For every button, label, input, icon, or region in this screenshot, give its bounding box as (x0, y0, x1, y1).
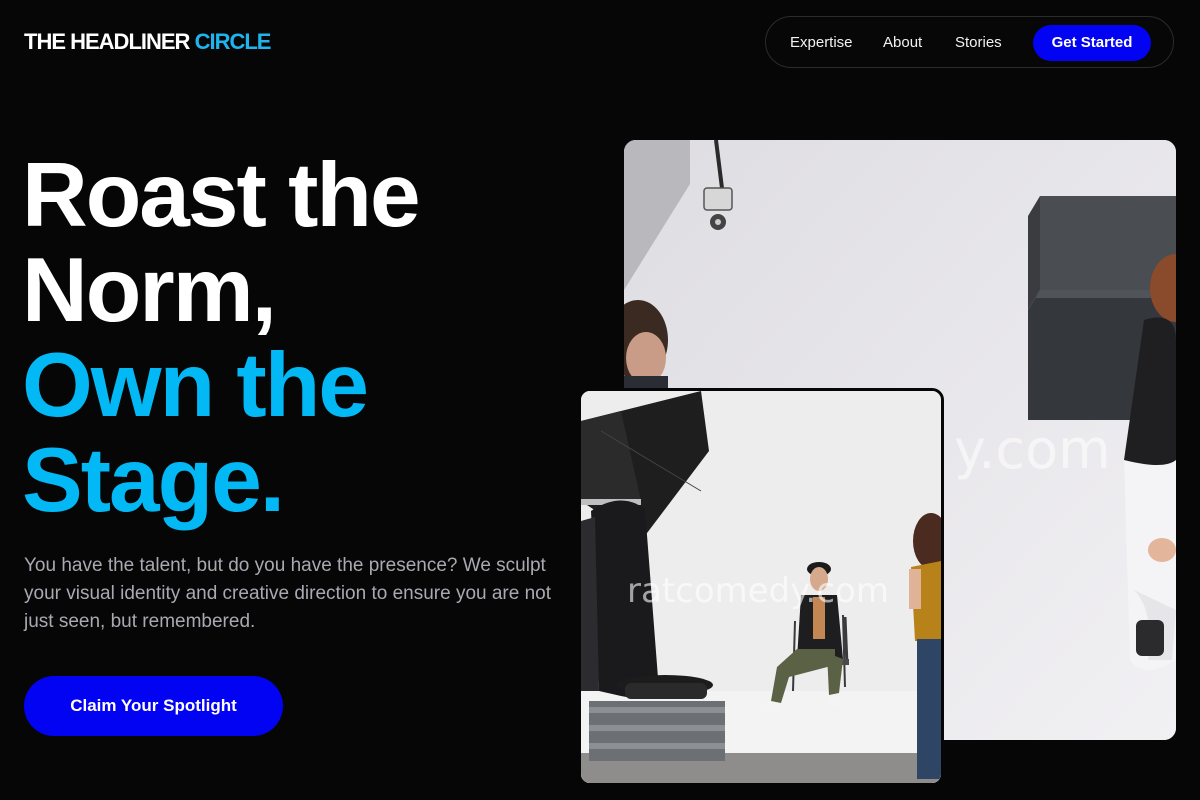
nav-link-about[interactable]: About (883, 33, 922, 53)
watermark-large: y.com (954, 418, 1111, 481)
headline-line-3: Own the (22, 335, 369, 436)
nav-link-expertise[interactable]: Expertise (790, 33, 853, 53)
nav-link-stories[interactable]: Stories (955, 33, 1002, 53)
hero-headline: Roast the Norm, Own the Stage. (22, 148, 582, 528)
hero-photo-small: ratcomedy.com (578, 388, 944, 786)
hero-subtext: You have the talent, but do you have the… (24, 555, 552, 632)
watermark-small: ratcomedy.com (627, 571, 889, 611)
brand-name-primary: THE HEADLINER (24, 29, 190, 54)
top-navigation: Expertise About Stories Get Started (765, 16, 1174, 68)
headline-line-2: Norm, (22, 240, 277, 341)
landing-page: THE HEADLINER CIRCLE Expertise About Sto… (0, 0, 1200, 800)
brand-logo[interactable]: THE HEADLINER CIRCLE (24, 29, 272, 55)
brand-name-accent: CIRCLE (194, 29, 272, 54)
headline-line-4: Stage. (22, 430, 285, 531)
headline-line-1: Roast the (22, 145, 421, 246)
get-started-button[interactable]: Get Started (1033, 25, 1151, 61)
claim-spotlight-button[interactable]: Claim Your Spotlight (24, 676, 283, 736)
